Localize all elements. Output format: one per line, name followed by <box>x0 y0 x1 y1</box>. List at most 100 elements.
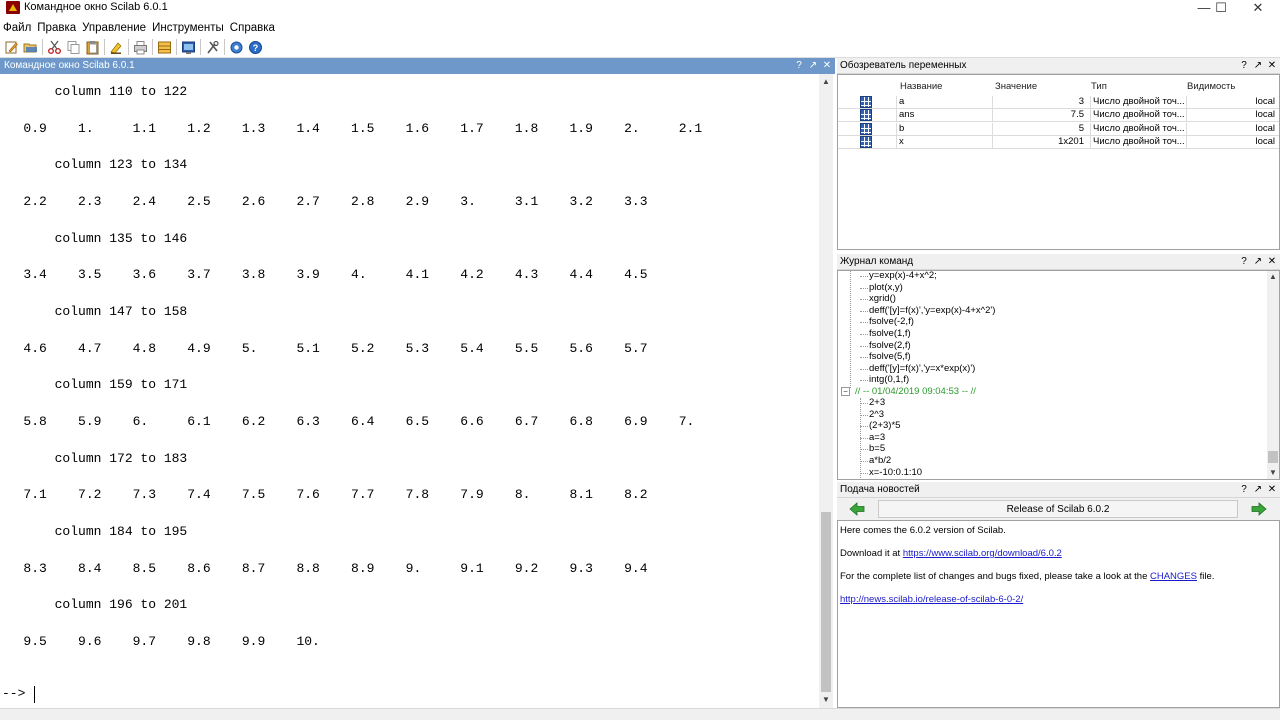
variable-browser-icon[interactable] <box>156 39 172 55</box>
console-scroll-thumb[interactable] <box>821 512 831 692</box>
vb-col-visibility[interactable]: Видимость <box>1187 81 1235 92</box>
menu-file[interactable]: Файл <box>3 22 35 34</box>
console-title: Командное окно Scilab 6.0.1 <box>4 60 135 71</box>
menu-edit[interactable]: Правка <box>37 22 80 34</box>
history-entry[interactable]: fsolve(5,f) <box>869 351 911 363</box>
clear-console-icon[interactable] <box>108 39 124 55</box>
scilab-logo-icon <box>6 1 20 14</box>
module-manager-icon[interactable] <box>204 39 220 55</box>
toolbar: ? <box>0 37 1280 58</box>
console-line: 4.6 4.7 4.8 4.9 5. 5.1 5.2 5.3 5.4 5.5 5… <box>0 340 648 356</box>
history-scrollbar[interactable]: ▲ ▼ <box>1267 271 1279 479</box>
copy-icon[interactable] <box>65 39 81 55</box>
news-paragraph: Download it at https://www.scilab.org/do… <box>840 548 1062 559</box>
console-icon[interactable] <box>180 39 196 55</box>
variable-value: 7.5 <box>992 109 1086 123</box>
history-entry[interactable]: a=3 <box>869 432 885 444</box>
console-line: column 159 to 171 <box>0 377 188 393</box>
menu-tools[interactable]: Инструменты <box>152 22 228 34</box>
vb-col-name[interactable]: Название <box>900 81 942 92</box>
cut-icon[interactable] <box>46 39 62 55</box>
demos-icon[interactable] <box>228 39 244 55</box>
release-notes-link[interactable]: http://news.scilab.io/release-of-scilab-… <box>840 594 1023 605</box>
history-entry[interactable]: xgrid() <box>869 293 896 305</box>
console-caret[interactable] <box>34 686 35 703</box>
history-entry[interactable]: 2^3 <box>869 409 884 421</box>
help-icon[interactable]: ? <box>247 39 263 55</box>
tree-branch <box>860 437 868 439</box>
variable-browser-header: Обозреватель переменных ? ↗ ✕ <box>837 58 1280 74</box>
console-line: 5.8 5.9 6. 6.1 6.2 6.3 6.4 6.5 6.6 6.7 6… <box>0 413 695 429</box>
paste-icon[interactable] <box>84 39 100 55</box>
tree-branch <box>860 299 868 301</box>
maximize-button[interactable]: ☐ <box>1203 0 1239 17</box>
variable-row[interactable]: x 1x201 Число двойной точ... local <box>838 136 1279 150</box>
new-script-icon[interactable] <box>3 39 19 55</box>
history-entry[interactable]: (2+3)*5 <box>869 420 900 432</box>
history-undock-button[interactable]: ↗ <box>1252 255 1264 268</box>
news-help-button[interactable]: ? <box>1238 483 1250 496</box>
menu-help[interactable]: Справка <box>230 22 279 34</box>
variable-type: Число двойной точ... <box>1090 136 1184 150</box>
console-line: column 110 to 122 <box>0 84 188 99</box>
console-line: column 135 to 146 <box>0 230 188 246</box>
history-entry[interactable]: fsolve(2,f) <box>869 340 911 352</box>
history-entry[interactable]: fsolve(-2,f) <box>869 316 914 328</box>
history-entry[interactable]: b=5 <box>869 443 885 455</box>
variable-row[interactable]: a 3 Число двойной точ... local <box>838 96 1279 109</box>
vb-undock-button[interactable]: ↗ <box>1252 59 1264 72</box>
history-entry[interactable]: y=exp(x)-4+x^2; <box>869 271 937 282</box>
history-help-button[interactable]: ? <box>1238 255 1250 268</box>
menu-control[interactable]: Управление <box>82 22 150 34</box>
news-paragraph: For the complete list of changes and bug… <box>840 571 1214 582</box>
history-entry[interactable]: intg(0,1,f) <box>869 374 909 386</box>
history-close-button[interactable]: ✕ <box>1266 255 1278 268</box>
vb-col-type[interactable]: Тип <box>1091 81 1107 92</box>
scroll-up-icon[interactable]: ▲ <box>820 76 832 88</box>
open-folder-icon[interactable] <box>22 39 38 55</box>
history-entry[interactable]: fsolve(1,f) <box>869 328 911 340</box>
history-entry[interactable]: 2+3 <box>869 397 885 409</box>
variable-type: Число двойной точ... <box>1090 122 1184 136</box>
close-window-button[interactable]: ✕ <box>1240 0 1276 17</box>
variable-visibility: local <box>1186 109 1277 123</box>
download-link[interactable]: https://www.scilab.org/download/6.0.2 <box>903 548 1062 559</box>
news-close-button[interactable]: ✕ <box>1266 483 1278 496</box>
arrow-left-icon <box>849 502 865 516</box>
news-undock-button[interactable]: ↗ <box>1252 483 1264 496</box>
vb-col-value[interactable]: Значение <box>995 81 1037 92</box>
history-title: Журнал команд <box>840 256 914 267</box>
collapse-toggle-icon[interactable]: − <box>841 387 850 396</box>
console-scrollbar[interactable]: ▲ ▼ <box>819 74 833 708</box>
vb-help-button[interactable]: ? <box>1238 59 1250 72</box>
scroll-down-icon[interactable]: ▼ <box>1267 467 1279 479</box>
history-session-header[interactable]: // -- 01/04/2019 09:04:53 -- // <box>855 386 976 398</box>
history-entry[interactable]: plot(x,y) <box>869 282 903 294</box>
vb-close-button[interactable]: ✕ <box>1266 59 1278 72</box>
history-entry[interactable]: a*b/2 <box>869 455 891 467</box>
toolbar-separator <box>104 39 105 55</box>
variable-row[interactable]: b 5 Число двойной точ... local <box>838 122 1279 136</box>
scroll-down-icon[interactable]: ▼ <box>820 694 832 706</box>
history-scroll-thumb[interactable] <box>1268 451 1278 463</box>
news-previous-button[interactable] <box>838 500 876 518</box>
history-entry[interactable]: deff('[y]=f(x)','y=x*exp(x)') <box>869 363 975 375</box>
history-entry[interactable]: x=-10:0.1:10 <box>869 467 922 479</box>
console-help-button[interactable]: ? <box>793 59 805 72</box>
console-close-button[interactable]: ✕ <box>821 59 833 72</box>
scroll-up-icon[interactable]: ▲ <box>1267 271 1279 283</box>
news-paragraph: Here comes the 6.0.2 version of Scilab. <box>840 525 1006 536</box>
history-entry[interactable]: deff('[y]=f(x)','y=exp(x)-4+x^2') <box>869 305 995 317</box>
toolbar-separator <box>42 39 43 55</box>
console-line: column 147 to 158 <box>0 303 188 319</box>
print-icon[interactable] <box>132 39 148 55</box>
changes-link[interactable]: CHANGES <box>1150 571 1197 582</box>
news-next-button[interactable] <box>1240 500 1278 518</box>
console-undock-button[interactable]: ↗ <box>807 59 819 72</box>
console-output-area[interactable]: column 110 to 122 0.9 1. 1.1 1.2 1.3 1.4… <box>0 74 818 708</box>
variable-row[interactable]: ans 7.5 Число двойной точ... local <box>838 109 1279 123</box>
